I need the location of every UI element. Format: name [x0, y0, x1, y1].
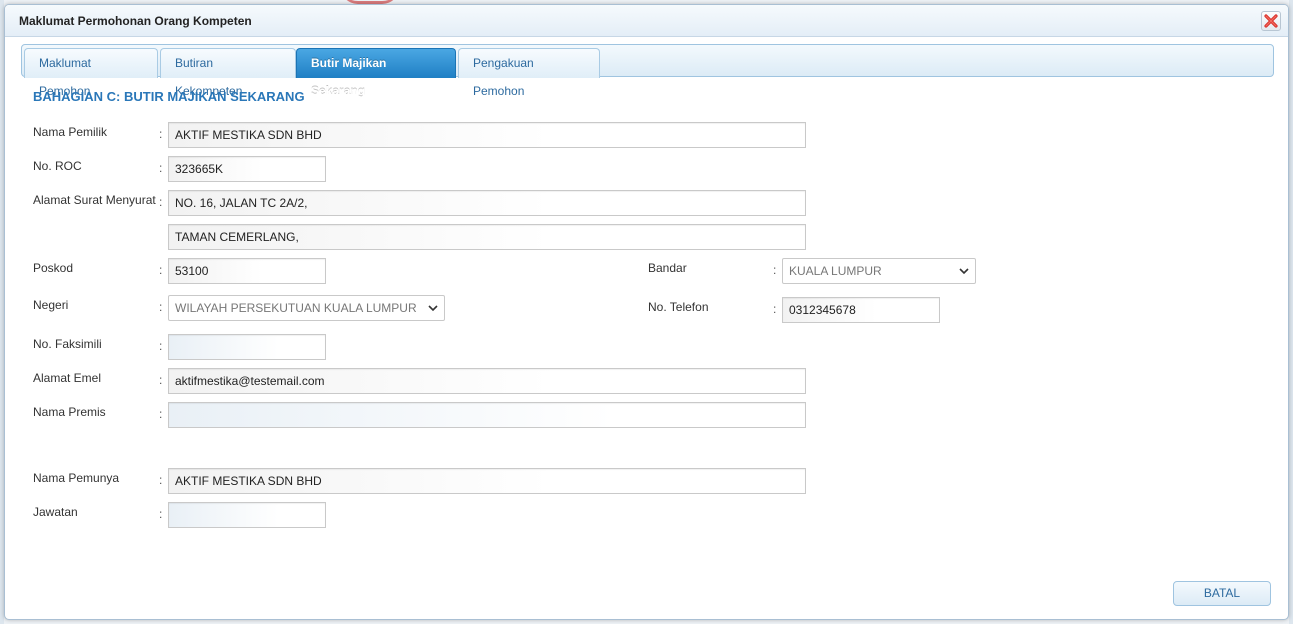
- label-colon: :: [159, 300, 163, 314]
- dialog-titlebar: Maklumat Permohonan Orang Kompeten: [5, 5, 1288, 37]
- chevron-down-icon: [428, 305, 438, 312]
- batal-button[interactable]: BATAL: [1173, 581, 1271, 606]
- background-page-edge-right: [1289, 0, 1293, 624]
- dialog-window: Maklumat Permohonan Orang Kompeten Maklu…: [4, 4, 1289, 620]
- negeri-select[interactable]: WILAYAH PERSEKUTUAN KUALA LUMPUR: [168, 295, 445, 321]
- no-telefon-field[interactable]: 0312345678: [782, 297, 940, 323]
- label-poskod: Poskod: [33, 261, 74, 275]
- close-icon: [1264, 14, 1278, 28]
- label-alamat-emel: Alamat Emel: [33, 371, 102, 385]
- jawatan-field[interactable]: [168, 502, 326, 528]
- label-nama-pemunya: Nama Pemunya: [33, 471, 120, 485]
- alamat-line2-field[interactable]: TAMAN CEMERLANG,: [168, 224, 806, 250]
- label-nama-pemilik: Nama Pemilik: [33, 125, 108, 139]
- tab-maklumat-pemohon[interactable]: Maklumat Pemohon: [24, 48, 158, 98]
- nama-pemilik-field[interactable]: AKTIF MESTIKA SDN BHD: [168, 122, 806, 148]
- label-colon: :: [773, 263, 777, 277]
- label-colon: :: [159, 473, 163, 487]
- dialog-title: Maklumat Permohonan Orang Kompeten: [19, 14, 252, 28]
- label-colon: :: [159, 373, 163, 387]
- section-title: BAHAGIAN C: BUTIR MAJIKAN SEKARANG: [33, 89, 305, 104]
- label-colon: :: [159, 127, 163, 141]
- bandar-select-value: KUALA LUMPUR: [789, 264, 882, 278]
- label-colon: :: [159, 407, 163, 421]
- label-jawatan: Jawatan: [33, 505, 78, 519]
- no-roc-field[interactable]: 323665K: [168, 156, 326, 182]
- alamat-emel-field[interactable]: aktifmestika@testemail.com: [168, 368, 806, 394]
- label-colon: :: [159, 339, 163, 353]
- tab-bar: Maklumat Pemohon Butiran Kekompeten Buti…: [21, 44, 1274, 98]
- no-faksimili-field[interactable]: [168, 334, 326, 360]
- label-no-telefon: No. Telefon: [648, 300, 709, 314]
- nama-premis-field[interactable]: [168, 402, 806, 428]
- label-colon: :: [159, 161, 163, 175]
- label-colon: :: [159, 507, 163, 521]
- alamat-line1-field[interactable]: NO. 16, JALAN TC 2A/2,: [168, 190, 806, 216]
- label-colon: :: [159, 263, 163, 277]
- negeri-select-value: WILAYAH PERSEKUTUAN KUALA LUMPUR: [175, 301, 417, 315]
- label-bandar: Bandar: [648, 261, 687, 275]
- tab-pengakuan-pemohon[interactable]: Pengakuan Pemohon: [458, 48, 600, 98]
- label-colon: :: [773, 302, 777, 316]
- nama-pemunya-field[interactable]: AKTIF MESTIKA SDN BHD: [168, 468, 806, 494]
- label-colon: :: [159, 195, 163, 209]
- label-negeri: Negeri: [33, 298, 69, 312]
- chevron-down-icon: [959, 268, 969, 275]
- poskod-field[interactable]: 53100: [168, 258, 326, 284]
- tab-butir-majikan-sekarang[interactable]: Butir Majikan Sekarang: [296, 48, 456, 98]
- close-button[interactable]: [1261, 11, 1281, 31]
- label-no-roc: No. ROC: [33, 159, 82, 173]
- tab-butiran-kekompeten[interactable]: Butiran Kekompeten: [160, 48, 296, 98]
- bandar-select[interactable]: KUALA LUMPUR: [782, 258, 976, 284]
- label-nama-premis: Nama Premis: [33, 405, 106, 419]
- label-alamat-surat-menyurat: Alamat Surat Menyurat: [33, 193, 156, 207]
- label-no-faksimili: No. Faksimili: [33, 337, 102, 351]
